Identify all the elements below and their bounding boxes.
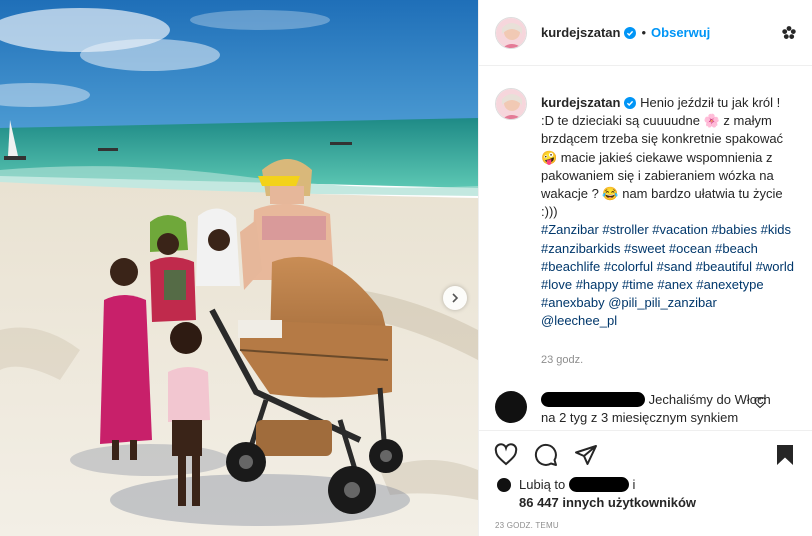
comment-button[interactable]	[534, 443, 558, 467]
share-button[interactable]	[574, 443, 598, 467]
separator-dot: •	[641, 25, 647, 40]
caption: kurdejszatan Henio jeździł tu jak król !…	[495, 88, 796, 369]
redacted-liker-name	[568, 477, 629, 492]
caption-body: kurdejszatan Henio jeździł tu jak król !…	[541, 94, 796, 369]
comment-like-heart-icon[interactable]	[754, 396, 766, 409]
caption-username[interactable]: kurdejszatan	[541, 95, 620, 110]
avatar[interactable]	[495, 16, 527, 49]
avatar-image	[496, 89, 526, 119]
more-options-icon[interactable]	[780, 24, 798, 42]
comment-body: Jechaliśmy do Włoch na 2 tyg z 3 miesięc…	[541, 391, 781, 430]
likes-count[interactable]: 86 447 innych użytkowników	[519, 495, 696, 510]
carousel-next-button[interactable]	[443, 286, 467, 310]
post-header: kurdejszatan • Obserwuj	[479, 0, 812, 66]
likes-suffix: i	[632, 477, 636, 492]
redacted-username	[541, 391, 645, 407]
liker-avatar-redacted[interactable]	[495, 476, 513, 494]
likes-prefix: Lubią to	[519, 477, 566, 492]
post-actions-bar	[479, 430, 812, 478]
likes-text: Lubią to i 86 447 innych użytkowników	[519, 476, 696, 512]
verified-badge-icon	[624, 26, 637, 39]
comments-section[interactable]: kurdejszatan Henio jeździł tu jak król !…	[479, 66, 812, 430]
caption-timestamp: 23 godz.	[541, 353, 584, 366]
caption-hashtags[interactable]: #Zanzibar #stroller #vacation #babies #k…	[541, 221, 796, 330]
caption-text: Henio jeździł tu jak król ! :D te dzieci…	[541, 95, 784, 220]
post-side-panel: kurdejszatan • Obserwuj kurdejszatan Hen…	[478, 0, 812, 536]
verified-badge-icon	[624, 97, 637, 109]
likes-summary: Lubią to i 86 447 innych użytkowników	[495, 476, 696, 512]
paper-plane-icon	[575, 444, 597, 465]
heart-icon	[494, 442, 518, 465]
save-button[interactable]	[773, 443, 797, 467]
caption-avatar[interactable]	[495, 88, 527, 120]
post-author-username[interactable]: kurdejszatan	[541, 25, 620, 40]
follow-button[interactable]: Obserwuj	[651, 25, 710, 40]
comment-item: Jechaliśmy do Włoch na 2 tyg z 3 miesięc…	[495, 390, 796, 430]
post-photo[interactable]	[0, 0, 478, 536]
comment-icon	[534, 443, 557, 466]
post-timestamp[interactable]: 23 GODZ. TEMU	[495, 521, 559, 530]
beach-photo-image	[0, 0, 478, 536]
commenter-avatar-redacted	[495, 390, 527, 423]
bookmark-icon	[777, 444, 793, 465]
chevron-right-icon	[452, 293, 459, 303]
avatar-image	[496, 17, 526, 48]
like-button[interactable]	[494, 442, 518, 467]
